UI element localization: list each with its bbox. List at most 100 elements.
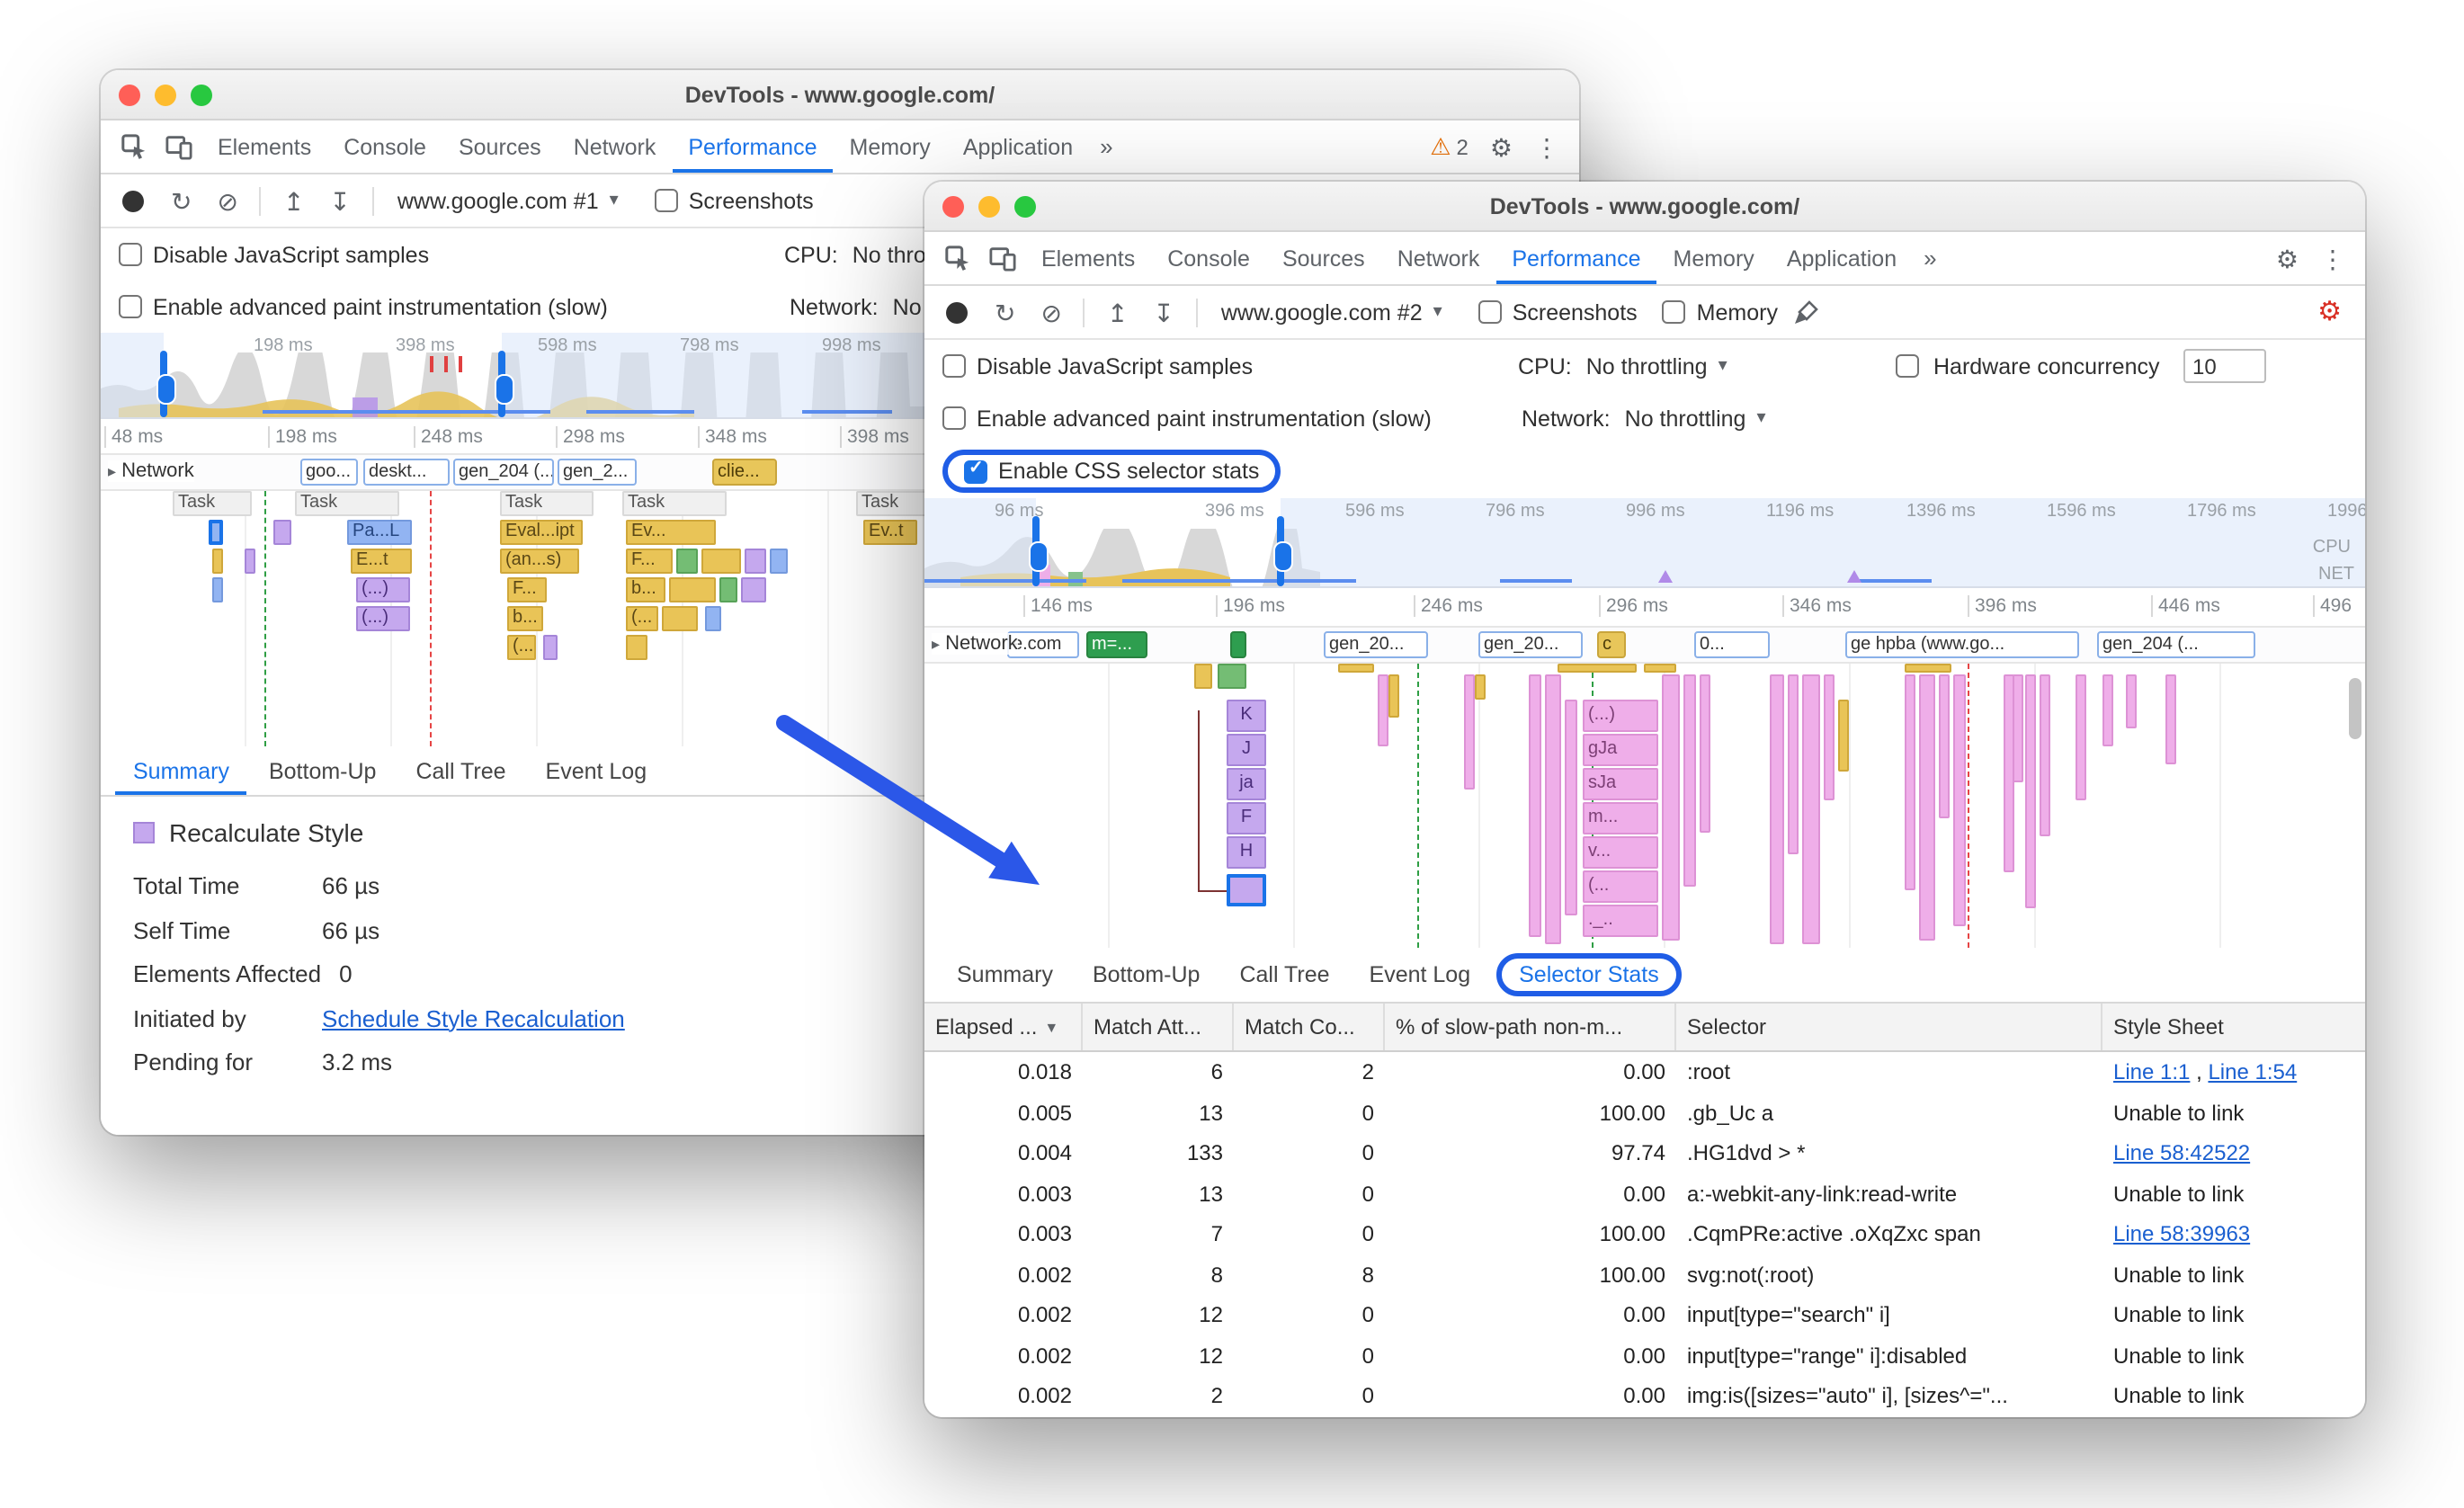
network-request[interactable]: m=... bbox=[1086, 631, 1147, 658]
tab-memory[interactable]: Memory bbox=[1657, 232, 1771, 284]
flame-event[interactable] bbox=[2102, 674, 2113, 746]
flame-event[interactable]: (...) bbox=[356, 577, 410, 602]
flame-event[interactable] bbox=[1558, 664, 1637, 673]
checkbox[interactable] bbox=[1896, 354, 1919, 378]
advanced-paint-checkbox[interactable]: Enable advanced paint instrumentation (s… bbox=[119, 294, 608, 319]
column-header-selector[interactable]: Selector bbox=[1676, 1004, 2102, 1050]
table-row[interactable]: 0.002 2 0 0.00 img:is([sizes="auto" i], [siz… bbox=[924, 1376, 2365, 1416]
style-sheet-link[interactable]: Line 58:39963 bbox=[2113, 1222, 2250, 1247]
flame-event[interactable]: F... bbox=[626, 549, 673, 574]
flame-event[interactable] bbox=[2126, 674, 2137, 728]
flame-event[interactable]: m... bbox=[1583, 802, 1658, 834]
device-toolbar-icon[interactable] bbox=[980, 245, 1025, 272]
more-tabs-icon[interactable]: » bbox=[1913, 232, 1947, 284]
close-button[interactable] bbox=[119, 84, 140, 105]
tab-memory[interactable]: Memory bbox=[834, 120, 947, 173]
panel-tab-summary[interactable]: Summary bbox=[115, 746, 247, 795]
reload-record-icon[interactable]: ↻ bbox=[162, 188, 201, 213]
tab-network[interactable]: Network bbox=[1381, 232, 1496, 284]
flame-event[interactable] bbox=[1905, 664, 1951, 673]
table-row[interactable]: 0.003 13 0 0.00 a:-webkit-any-link:read-writ… bbox=[924, 1173, 2365, 1214]
network-request[interactable]: gen_204 (... bbox=[2097, 631, 2255, 658]
selection-handle-right[interactable] bbox=[494, 351, 513, 417]
flame-event[interactable] bbox=[1662, 674, 1680, 941]
checkbox[interactable] bbox=[942, 406, 966, 430]
checkbox[interactable] bbox=[654, 189, 678, 212]
flame-event[interactable] bbox=[745, 549, 766, 574]
flame-event[interactable] bbox=[1378, 674, 1388, 746]
network-request[interactable]: clie... bbox=[712, 459, 777, 486]
flame-event[interactable] bbox=[2076, 674, 2086, 800]
style-sheet-link[interactable]: Line 58:42522 bbox=[2113, 1141, 2250, 1166]
flame-event[interactable]: Pa...L bbox=[347, 520, 412, 545]
flame-event[interactable] bbox=[543, 635, 558, 660]
flame-event[interactable] bbox=[1905, 674, 1915, 890]
flame-event[interactable]: ja bbox=[1227, 768, 1266, 800]
record-button[interactable] bbox=[946, 301, 968, 323]
flame-event[interactable] bbox=[626, 635, 647, 660]
flame-event[interactable]: (...) bbox=[356, 606, 410, 631]
flame-event[interactable] bbox=[1194, 664, 1212, 689]
flame-event[interactable] bbox=[705, 606, 721, 631]
history-select[interactable]: www.google.com #2 ▾ bbox=[1210, 299, 1453, 325]
kebab-menu-icon[interactable]: ⋮ bbox=[2311, 245, 2354, 271]
screenshots-checkbox[interactable]: Screenshots bbox=[654, 188, 814, 213]
minimize-button[interactable] bbox=[155, 84, 176, 105]
kebab-menu-icon[interactable]: ⋮ bbox=[1525, 134, 1568, 159]
flame-event[interactable]: Task bbox=[500, 491, 594, 516]
flame-event[interactable]: K bbox=[1227, 700, 1266, 732]
flame-event[interactable] bbox=[2013, 674, 2023, 782]
tab-sources[interactable]: Sources bbox=[442, 120, 558, 173]
column-header-match-att-[interactable]: Match Att... bbox=[1083, 1004, 1234, 1050]
disable-js-samples-checkbox[interactable]: Disable JavaScript samples bbox=[119, 242, 429, 267]
disclosure-triangle-icon[interactable]: ▸ bbox=[108, 461, 116, 481]
flame-event[interactable] bbox=[741, 577, 766, 602]
flame-event[interactable] bbox=[1838, 700, 1849, 772]
network-track[interactable]: ▸ Network e.com m=... gen_20... gen_20... c 0… bbox=[924, 628, 2365, 664]
flame-event[interactable]: (...) bbox=[1583, 700, 1658, 732]
flame-event[interactable] bbox=[1953, 674, 1966, 926]
table-row[interactable]: 0.002 8 8 100.00 svg:not(:root) Unable to lin… bbox=[924, 1254, 2365, 1295]
hardware-concurrency-input[interactable] bbox=[2183, 349, 2266, 383]
flame-event[interactable] bbox=[273, 520, 291, 545]
flame-event[interactable] bbox=[1545, 674, 1561, 944]
network-request[interactable]: gen_2... bbox=[558, 459, 637, 486]
panel-tab-event-log[interactable]: Event Log bbox=[1352, 948, 1489, 1002]
table-row[interactable]: 0.018 6 2 0.00:root Line 1:1 , Line 1:54 bbox=[924, 1052, 2365, 1093]
flame-event[interactable]: (... bbox=[1583, 870, 1658, 903]
screenshots-checkbox[interactable]: Screenshots bbox=[1478, 299, 1638, 325]
flame-event[interactable] bbox=[1565, 700, 1577, 915]
panel-tab-selector-stats[interactable]: Selector Stats bbox=[1515, 960, 1663, 989]
style-sheet-link[interactable]: Line 1:54 bbox=[2208, 1060, 2297, 1085]
tab-performance[interactable]: Performance bbox=[672, 120, 833, 173]
minimize-button[interactable] bbox=[978, 195, 1000, 217]
network-request[interactable] bbox=[1230, 631, 1246, 658]
flame-event[interactable]: Task bbox=[622, 491, 727, 516]
panel-tab-summary[interactable]: Summary bbox=[939, 948, 1071, 1002]
flame-event[interactable] bbox=[1683, 674, 1696, 887]
flame-event[interactable] bbox=[1529, 674, 1541, 937]
selection-handle-left[interactable] bbox=[156, 351, 175, 417]
flame-event[interactable] bbox=[245, 549, 255, 574]
panel-tab-event-log[interactable]: Event Log bbox=[528, 746, 665, 795]
more-tabs-icon[interactable]: » bbox=[1089, 120, 1123, 173]
flame-event[interactable] bbox=[1802, 674, 1820, 944]
network-request[interactable]: c bbox=[1597, 631, 1626, 658]
inspect-icon[interactable] bbox=[935, 245, 980, 272]
network-request[interactable]: gen_20... bbox=[1324, 631, 1428, 658]
style-sheet-link[interactable]: Line 1:1 bbox=[2113, 1060, 2190, 1085]
tab-console[interactable]: Console bbox=[327, 120, 442, 173]
tab-sources[interactable]: Sources bbox=[1266, 232, 1381, 284]
flame-event[interactable] bbox=[1644, 664, 1676, 673]
hardware-concurrency-checkbox[interactable]: Hardware concurrency bbox=[1896, 353, 2160, 379]
tab-network[interactable]: Network bbox=[558, 120, 673, 173]
flame-event[interactable] bbox=[1218, 664, 1246, 689]
reload-record-icon[interactable]: ↻ bbox=[986, 299, 1024, 325]
history-select[interactable]: www.google.com #1 ▾ bbox=[387, 188, 629, 213]
network-throttling-select[interactable]: No throttling ▾ bbox=[1625, 406, 1766, 431]
flame-event[interactable] bbox=[701, 549, 741, 574]
initiator-link[interactable]: Schedule Style Recalculation bbox=[322, 1004, 625, 1031]
checkbox-checked[interactable] bbox=[964, 458, 987, 483]
network-request[interactable]: e.com bbox=[1007, 631, 1079, 658]
advanced-paint-checkbox[interactable]: Enable advanced paint instrumentation (s… bbox=[942, 406, 1432, 431]
